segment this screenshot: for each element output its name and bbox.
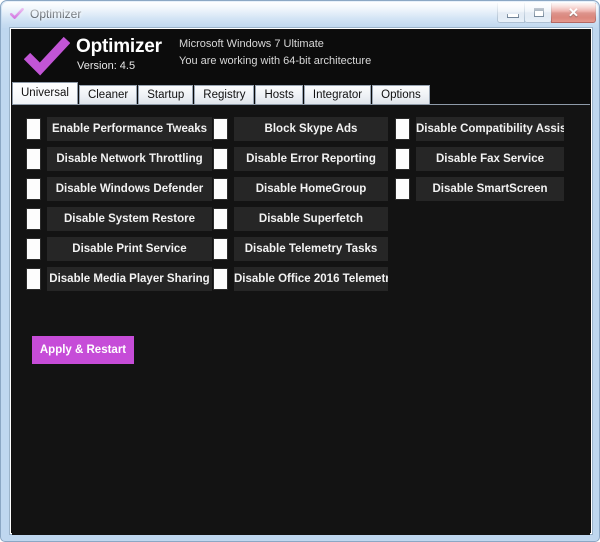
option-row: Disable Compatibility Assistant xyxy=(395,117,564,141)
tab-startup[interactable]: Startup xyxy=(138,85,194,104)
button-block-skype-ads[interactable]: Block Skype Ads xyxy=(234,117,388,141)
close-icon: ✕ xyxy=(568,5,579,20)
minimize-icon xyxy=(507,14,519,18)
option-row: Enable Performance Tweaks xyxy=(26,117,212,141)
button-disable-network-throttling[interactable]: Disable Network Throttling xyxy=(47,147,212,171)
app-version: Version: 4.5 xyxy=(77,60,136,72)
checkbox-disable-print-service[interactable] xyxy=(26,238,41,260)
button-disable-windows-defender[interactable]: Disable Windows Defender xyxy=(47,177,212,201)
button-disable-media-player-sharing[interactable]: Disable Media Player Sharing xyxy=(47,267,212,291)
maximize-button[interactable] xyxy=(524,3,552,23)
option-row: Disable Office 2016 Telemetry xyxy=(213,267,388,291)
checkbox-disable-fax-service[interactable] xyxy=(395,148,410,170)
option-row: Disable Telemetry Tasks xyxy=(213,237,388,261)
checkbox-disable-superfetch[interactable] xyxy=(213,208,228,230)
checkbox-disable-system-restore[interactable] xyxy=(26,208,41,230)
option-row: Disable Error Reporting xyxy=(213,147,388,171)
button-enable-performance-tweaks[interactable]: Enable Performance Tweaks xyxy=(47,117,212,141)
tab-registry[interactable]: Registry xyxy=(194,85,255,104)
button-disable-office-2016-telemetry[interactable]: Disable Office 2016 Telemetry xyxy=(234,267,388,291)
app-header: Optimizer Version: 4.5 Microsoft Windows… xyxy=(12,30,590,82)
checkbox-disable-office-2016-telemetry[interactable] xyxy=(213,268,228,290)
option-row: Disable SmartScreen xyxy=(395,177,564,201)
option-row: Disable HomeGroup xyxy=(213,177,388,201)
checkbox-enable-performance-tweaks[interactable] xyxy=(26,118,41,140)
option-row: Disable Fax Service xyxy=(395,147,564,171)
options-column-2: Block Skype Ads Disable Error Reporting … xyxy=(213,117,388,297)
button-disable-telemetry-tasks[interactable]: Disable Telemetry Tasks xyxy=(234,237,388,261)
checkbox-disable-smartscreen[interactable] xyxy=(395,178,410,200)
tab-cleaner[interactable]: Cleaner xyxy=(78,85,138,104)
button-disable-smartscreen[interactable]: Disable SmartScreen xyxy=(416,177,564,201)
title-bar: Optimizer ✕ xyxy=(2,2,598,26)
button-disable-superfetch[interactable]: Disable Superfetch xyxy=(234,207,388,231)
button-disable-system-restore[interactable]: Disable System Restore xyxy=(47,207,212,231)
client-area: Optimizer Version: 4.5 Microsoft Windows… xyxy=(9,27,593,535)
checkbox-disable-error-reporting[interactable] xyxy=(213,148,228,170)
tab-strip: Universal Cleaner Startup Registry Hosts… xyxy=(12,82,590,104)
app-name: Optimizer xyxy=(76,36,162,57)
option-row: Disable Media Player Sharing xyxy=(26,267,212,291)
button-disable-error-reporting[interactable]: Disable Error Reporting xyxy=(234,147,388,171)
window-title: Optimizer xyxy=(30,7,82,21)
option-row: Disable Print Service xyxy=(26,237,212,261)
checkbox-block-skype-ads[interactable] xyxy=(213,118,228,140)
option-row: Disable Network Throttling xyxy=(26,147,212,171)
app-window: Optimizer ✕ Optimizer Version: 4.5 Micro… xyxy=(0,0,600,542)
purple-checkmark-logo-icon xyxy=(23,36,71,76)
option-row: Disable Superfetch xyxy=(213,207,388,231)
window-controls: ✕ xyxy=(497,3,596,23)
option-row: Disable Windows Defender xyxy=(26,177,212,201)
checkbox-disable-homegroup[interactable] xyxy=(213,178,228,200)
system-os-label: Microsoft Windows 7 Ultimate xyxy=(179,38,324,50)
checkbox-disable-telemetry-tasks[interactable] xyxy=(213,238,228,260)
maximize-icon xyxy=(534,8,544,17)
checkbox-disable-compatibility-assistant[interactable] xyxy=(395,118,410,140)
close-button[interactable]: ✕ xyxy=(551,3,596,23)
button-disable-fax-service[interactable]: Disable Fax Service xyxy=(416,147,564,171)
checkbox-disable-media-player-sharing[interactable] xyxy=(26,268,41,290)
checkbox-disable-network-throttling[interactable] xyxy=(26,148,41,170)
option-row: Disable System Restore xyxy=(26,207,212,231)
minimize-button[interactable] xyxy=(497,3,525,23)
checkbox-disable-windows-defender[interactable] xyxy=(26,178,41,200)
tab-page-universal: Enable Performance Tweaks Disable Networ… xyxy=(12,104,590,535)
button-disable-print-service[interactable]: Disable Print Service xyxy=(47,237,212,261)
checkmark-icon xyxy=(9,6,25,22)
options-column-1: Enable Performance Tweaks Disable Networ… xyxy=(26,117,212,297)
options-column-3: Disable Compatibility Assistant Disable … xyxy=(395,117,564,207)
system-architecture-label: You are working with 64-bit architecture xyxy=(179,55,372,67)
button-disable-homegroup[interactable]: Disable HomeGroup xyxy=(234,177,388,201)
tab-options[interactable]: Options xyxy=(372,85,430,104)
apply-and-restart-button[interactable]: Apply & Restart xyxy=(32,336,134,364)
tab-integrator[interactable]: Integrator xyxy=(303,85,372,104)
button-disable-compatibility-assistant[interactable]: Disable Compatibility Assistant xyxy=(416,117,564,141)
option-row: Block Skype Ads xyxy=(213,117,388,141)
tab-hosts[interactable]: Hosts xyxy=(255,85,303,104)
tab-universal[interactable]: Universal xyxy=(12,82,78,104)
